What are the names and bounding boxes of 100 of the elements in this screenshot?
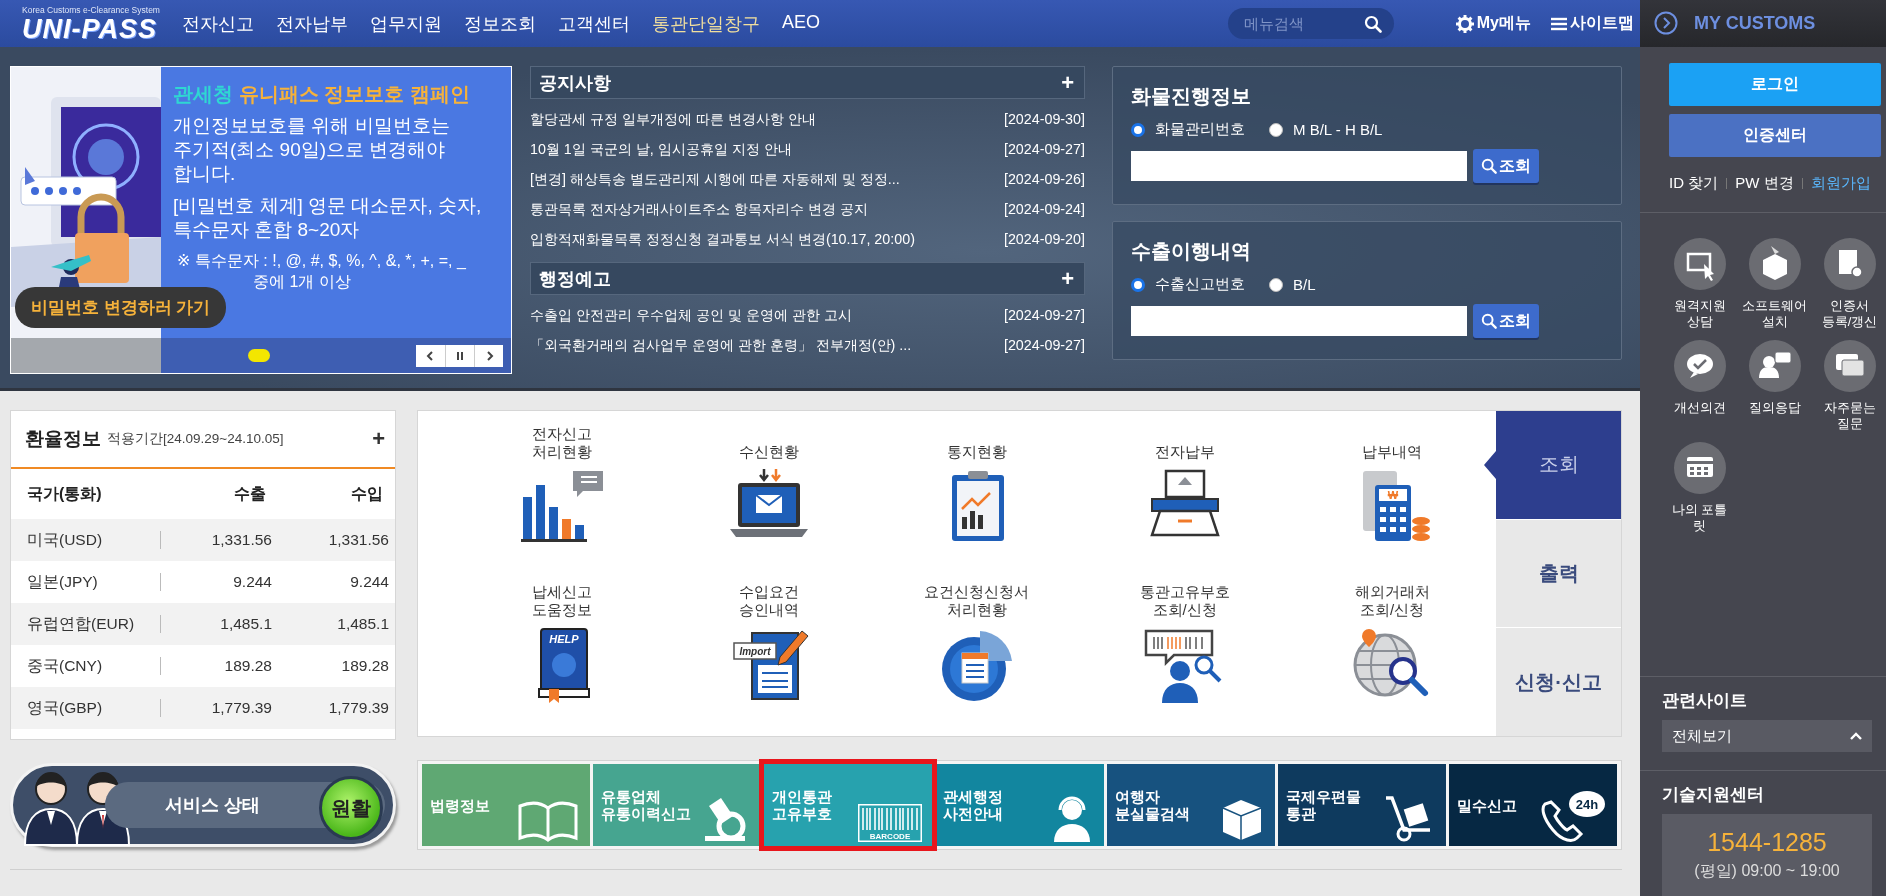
service-link[interactable]: 해외거래처 조회/신청 [1354, 578, 1430, 619]
table-cell: 유럽연합(EUR) [11, 603, 161, 645]
next-button[interactable] [474, 344, 503, 367]
quick-link[interactable]: 질의응답 [1740, 399, 1809, 416]
service-link[interactable]: 전자납부 [1154, 421, 1215, 461]
nav-link[interactable]: 정보조회 [464, 11, 536, 36]
speech-bubble-icon[interactable] [1673, 339, 1726, 392]
number-input[interactable] [1131, 151, 1467, 181]
period-text: 적용기간[24.09.29~24.10.05] [107, 430, 284, 448]
nav-link[interactable]: AEO [782, 11, 820, 36]
notice-link[interactable]: 「외국환거래의 검사업무 운영에 관한 훈령」 전부개정(안) ... [530, 335, 912, 355]
quick-link[interactable]: 소프트웨어 설치 [1740, 297, 1809, 330]
notice-link[interactable]: [변경] 해상특송 별도관리제 시행에 따른 자동해제 및 정정... [530, 169, 900, 189]
table-cell: 미국(USD) [11, 519, 161, 561]
table-cell: 1,331.56 [278, 519, 395, 561]
service-link[interactable]: 전자신고 처리현황 [531, 421, 592, 461]
service-link[interactable]: 납세신고 도움정보 [531, 578, 592, 619]
certificate-icon[interactable] [1823, 237, 1876, 290]
logo[interactable]: UNI-PASS [22, 14, 182, 43]
sidebar-button[interactable]: 인증센터 [1669, 113, 1881, 157]
service-link[interactable]: 통관고유부호 조회/신청 [1139, 578, 1230, 619]
my-menu-link[interactable]: My메뉴 [1455, 13, 1531, 34]
notice-date: [2024-09-27] [1003, 337, 1085, 353]
account-link[interactable]: PW 변경 [1735, 174, 1794, 194]
book-icon[interactable] [537, 627, 590, 703]
table-cell-text: 189.28 [340, 656, 390, 676]
support-hours: (평일) 09:00 ~ 19:00 [1694, 861, 1840, 881]
shortcut-tile[interactable]: 관세행정 사전안내 [935, 764, 1104, 846]
quick-link[interactable]: 인증서 등록/갱신 [1815, 297, 1884, 330]
column-header: 수출 [233, 483, 267, 504]
monitor-cursor-icon[interactable] [1673, 237, 1726, 290]
hours-label: 24h [1575, 797, 1599, 812]
search-icon [1481, 158, 1497, 174]
notice-date: [2024-09-27] [1003, 307, 1085, 323]
notice-link[interactable]: 할당관세 규정 일부개정에 따른 변경사항 안내 [530, 109, 816, 129]
notice-link[interactable]: 입항적재화물목록 정정신청 결과통보 서식 변경(10.17, 20:00) [530, 229, 915, 249]
radio-button[interactable] [1269, 277, 1283, 292]
search-button[interactable]: 조회 [1473, 304, 1539, 338]
service-link[interactable]: 수입요건 승인내역 [739, 578, 800, 619]
account-link[interactable]: ID 찾기 [1669, 174, 1719, 194]
shortcut-tile[interactable]: 국제우편물 통관 [1277, 764, 1446, 846]
quick-link[interactable]: 나의 포틀릿 [1665, 501, 1734, 534]
section-title: 행정예고 [539, 267, 611, 291]
campaign-org: 관세청 [173, 83, 233, 105]
quick-link[interactable]: 원격지원 상담 [1665, 297, 1734, 330]
more-link[interactable]: + [1061, 71, 1074, 94]
calculator-receipt-icon[interactable] [1363, 471, 1431, 541]
section-title: 기술지원센터 [1662, 784, 1765, 806]
radio-label[interactable]: M B/L - H B/L [1293, 121, 1383, 138]
number-input[interactable] [1131, 306, 1467, 336]
category-tab[interactable]: 신청·신고 [1496, 627, 1621, 736]
barcode-label: BARCODE [870, 832, 911, 841]
box-icon[interactable] [1748, 237, 1801, 290]
portlet-icon[interactable] [1673, 441, 1726, 494]
shortcut-tile[interactable]: 밀수신고 24h [1448, 764, 1617, 846]
campaign-title: 유니패스 정보보호 캠페인 [238, 83, 470, 105]
shortcut-tile[interactable]: 여행자 분실물검색 [1106, 764, 1275, 846]
table-cell: 1,485.1 [278, 603, 395, 645]
form-pen-icon[interactable] [733, 630, 809, 700]
radio-button[interactable] [1269, 122, 1283, 137]
category-tab[interactable]: 출력 [1496, 518, 1621, 628]
nav-link[interactable]: 업무지원 [370, 11, 442, 36]
user-question-icon[interactable] [1748, 339, 1801, 392]
search-button[interactable]: 조회 [1473, 149, 1539, 183]
campaign-text: 개인정보보호를 위해 비밀번호는 주기적(최소 90일)으로 변경해야 합니다. [173, 114, 451, 186]
notice-date: [2024-09-26] [1003, 171, 1085, 187]
notice-link[interactable]: 수출입 안전관리 우수업체 공인 및 운영에 관한 고시 [530, 305, 852, 325]
notice-link[interactable]: 10월 1일 국군의 날, 임시공휴일 지정 안내 [530, 139, 792, 159]
radio-label[interactable]: 수출신고번호 [1155, 275, 1245, 294]
table-cell-text: 9.244 [349, 572, 390, 592]
nav-link[interactable]: 고객센터 [558, 11, 630, 36]
service-link[interactable]: 수신현황 [739, 421, 800, 461]
messages-icon[interactable] [1823, 339, 1876, 392]
service-link[interactable]: 통지현황 [947, 421, 1007, 461]
quick-link[interactable]: 개선의견 [1665, 399, 1734, 416]
menu-icon [1551, 16, 1567, 31]
quick-link[interactable]: 자주묻는 질문 [1815, 399, 1884, 432]
account-link[interactable]: 회원가입 [1810, 174, 1871, 194]
search-icon [1363, 15, 1382, 33]
panel-title: 화물진행정보 [1131, 84, 1252, 109]
change-password-button[interactable]: 비밀번호 변경하러 가기 [15, 287, 227, 328]
radio-button[interactable] [1131, 277, 1145, 292]
slide-indicator[interactable] [247, 349, 270, 362]
radio-label[interactable]: B/L [1293, 276, 1316, 293]
nav-link[interactable]: 전자납부 [276, 11, 348, 36]
nav-link[interactable]: 통관단일창구 [652, 11, 760, 36]
related-sites-select[interactable]: 전체보기 [1662, 720, 1872, 752]
tab-pointer [1484, 451, 1496, 479]
table-cell: 영국(GBP) [11, 687, 161, 729]
service-link[interactable]: 요건신청신청서 처리현황 [924, 578, 1030, 619]
radio-label[interactable]: 화물관리번호 [1155, 120, 1245, 139]
notice-link[interactable]: 통관목록 전자상거래사이트주소 항목자리수 변경 공지 [530, 199, 868, 219]
search-field[interactable]: 메뉴검색 [1227, 8, 1394, 39]
phone-number: 1544-1285 [1707, 828, 1827, 857]
radio-button[interactable] [1131, 122, 1145, 137]
nav-link[interactable]: 전자신고 [182, 11, 254, 36]
sitemap-link[interactable]: 사이트맵 [1551, 13, 1634, 34]
more-link[interactable]: + [372, 426, 385, 452]
more-link[interactable]: + [1061, 267, 1074, 290]
service-link[interactable]: 납부내역 [1362, 421, 1423, 461]
